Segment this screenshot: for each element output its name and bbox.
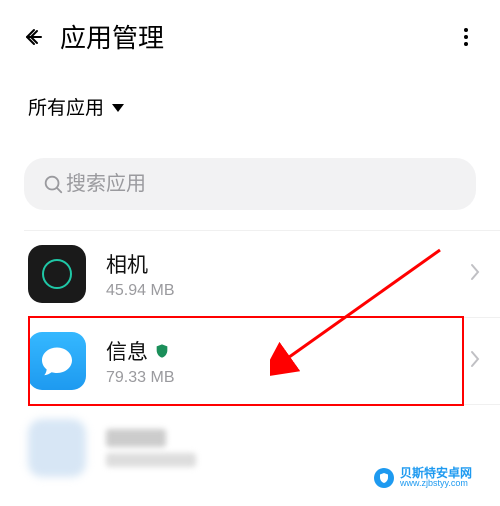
- camera-app-icon: [28, 245, 86, 303]
- app-meta: 相机 45.94 MB: [106, 249, 470, 300]
- app-size-blurred: [106, 453, 196, 467]
- arrow-left-icon: [22, 25, 46, 49]
- more-button[interactable]: [452, 23, 480, 51]
- messages-app-icon: [28, 332, 86, 390]
- app-meta: [106, 429, 480, 467]
- app-row-camera[interactable]: 相机 45.94 MB: [0, 231, 500, 317]
- back-button[interactable]: [20, 23, 48, 51]
- more-vertical-icon: [454, 25, 478, 49]
- search-bar[interactable]: [24, 158, 476, 210]
- app-row-messages[interactable]: 信息 79.33 MB: [0, 318, 500, 404]
- app-name: 信息: [106, 336, 470, 366]
- page-title: 应用管理: [60, 18, 452, 55]
- chevron-right-icon: [470, 350, 480, 373]
- blurred-app-icon: [28, 419, 86, 477]
- shield-icon: [154, 343, 170, 359]
- app-name: 相机: [106, 249, 470, 279]
- caret-down-icon: [112, 96, 124, 118]
- app-name-blurred: [106, 429, 166, 447]
- app-size: 79.33 MB: [106, 369, 470, 387]
- app-size: 45.94 MB: [106, 282, 470, 300]
- filter-label: 所有应用: [28, 93, 104, 120]
- filter-dropdown[interactable]: 所有应用: [0, 63, 500, 138]
- watermark: 贝斯特安卓网 www.zjbstyy.com: [374, 467, 472, 488]
- header: 应用管理: [0, 0, 500, 63]
- watermark-logo-icon: [374, 468, 394, 488]
- chevron-right-icon: [470, 263, 480, 286]
- app-meta: 信息 79.33 MB: [106, 336, 470, 387]
- search-icon: [42, 173, 64, 195]
- watermark-text: 贝斯特安卓网 www.zjbstyy.com: [400, 467, 472, 488]
- search-input[interactable]: [64, 172, 458, 197]
